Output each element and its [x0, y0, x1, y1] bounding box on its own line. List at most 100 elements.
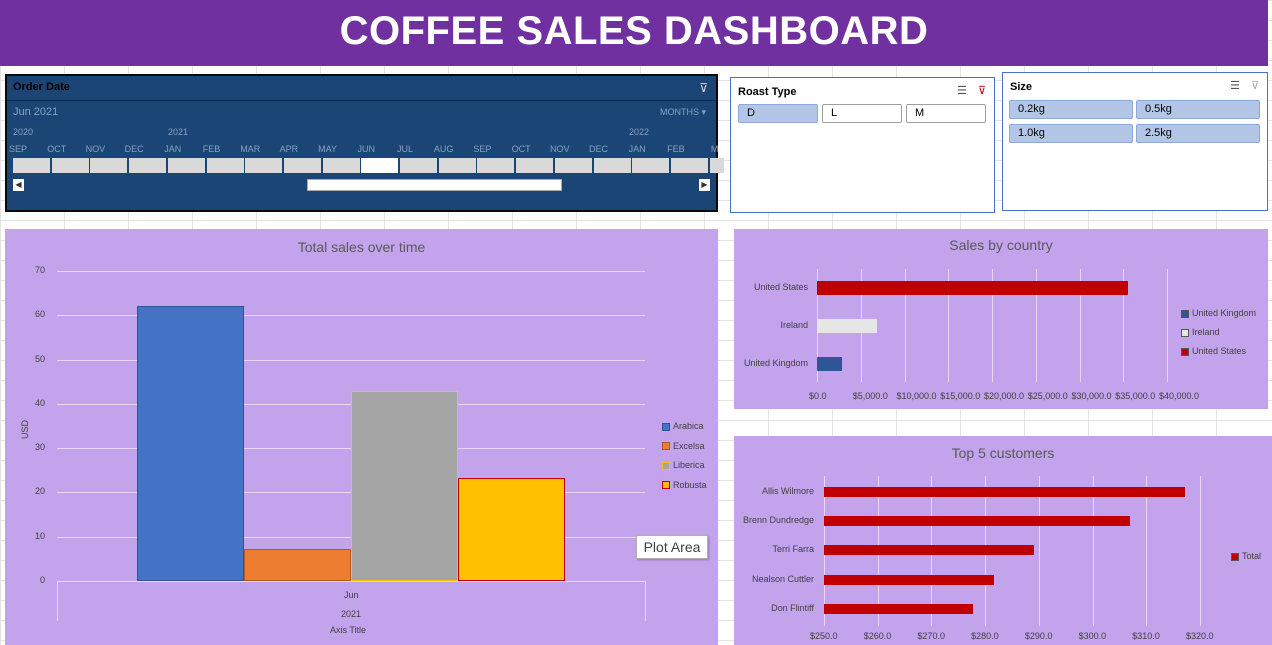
country-label: Ireland: [780, 320, 808, 330]
timeline-month-cell[interactable]: [400, 158, 437, 173]
timeline-month-label: JUN: [357, 144, 376, 154]
multi-select-icon[interactable]: ☰: [957, 85, 967, 97]
timeline-month-label: NOV: [85, 144, 106, 154]
timeline-header: Order Date ⊽: [7, 76, 716, 101]
legend-label: Arabica: [673, 421, 704, 431]
roast-type-l-button[interactable]: L: [822, 104, 902, 123]
timeline-month-cell[interactable]: [554, 158, 592, 173]
roast-type-d-button[interactable]: D: [738, 104, 818, 123]
legend-label: United Kingdom: [1192, 308, 1257, 318]
y-axis-title: USD: [20, 419, 30, 439]
size-1-0kg-button[interactable]: 1.0kg: [1009, 124, 1133, 143]
bar-allis-wilmore[interactable]: [824, 487, 1186, 497]
y-tick-label: 50: [34, 353, 45, 364]
multi-select-icon[interactable]: ☰: [1230, 80, 1240, 92]
bar-robusta[interactable]: [458, 477, 565, 581]
bar-arabica[interactable]: [137, 306, 244, 581]
timeline-month-label: JUL: [396, 144, 413, 154]
plot-area-tooltip: Plot Area: [636, 535, 708, 559]
timeline-month-cell[interactable]: [709, 158, 724, 173]
legend-item-ireland: Ireland: [1181, 327, 1220, 337]
timeline-month-cell[interactable]: [670, 158, 708, 173]
bar-united-kingdom[interactable]: [817, 357, 842, 371]
page-title: COFFEE SALES DASHBOARD: [339, 9, 929, 53]
x-tick-label: $15,000.0: [940, 391, 981, 401]
timeline-month-cell[interactable]: [438, 158, 476, 173]
timeline-level-dropdown[interactable]: MONTHS ▾: [660, 107, 706, 118]
slicer-toolbar: ☰ ⊽: [1230, 79, 1259, 92]
timeline-month-cell[interactable]: [51, 158, 89, 173]
timeline-month-cell[interactable]: [206, 158, 244, 173]
legend-label: United States: [1192, 346, 1247, 356]
roast-type-m-button[interactable]: M: [906, 104, 986, 123]
bar-nealson-cuttler[interactable]: [824, 574, 994, 585]
timeline-month-label: AUG: [433, 144, 454, 154]
y-gridline: [57, 271, 645, 272]
legend-item-arabica: Arabica: [662, 421, 704, 431]
timeline-month-cell[interactable]: [322, 158, 360, 173]
timeline-month-cell[interactable]: [129, 158, 167, 173]
legend-item-total: Total: [1231, 551, 1261, 561]
legend-label: Excelsa: [673, 440, 705, 451]
x-gridline: [1092, 476, 1094, 626]
timeline-month-cell[interactable]: [361, 158, 399, 173]
bar-don-flintiff[interactable]: [824, 603, 974, 614]
y-tick-label: 70: [34, 265, 45, 275]
legend-item-liberica: Liberica: [662, 460, 705, 470]
timeline-year-label: 2020: [13, 127, 34, 137]
clear-filter-icon[interactable]: ⊽: [699, 81, 708, 95]
clear-filter-icon[interactable]: ⊽: [1251, 80, 1259, 92]
order-date-timeline[interactable]: Order Date ⊽ Jun 2021 MONTHS ▾ 2020 2021 2…: [5, 74, 724, 212]
roast-type-title: Roast Type: [738, 86, 797, 98]
size-slicer: Size ☰ ⊽ 0.2kg 0.5kg 1.0kg 2.5kg: [1002, 72, 1268, 211]
y-tick-label: 0: [39, 575, 45, 585]
y-tick-label: 10: [34, 530, 45, 541]
size-0-5kg-button[interactable]: 0.5kg: [1136, 100, 1260, 119]
bar-terri-farra[interactable]: [824, 545, 1035, 556]
x-tick-label: $270.0: [917, 631, 945, 641]
x-gridline: [1146, 476, 1148, 626]
timeline-month-cell[interactable]: [516, 158, 554, 173]
timeline-month-cell[interactable]: [245, 158, 283, 173]
customer-label: Allis Wilmore: [761, 486, 814, 496]
timeline-month-cell[interactable]: [90, 158, 128, 173]
chart-title: Top 5 customers: [951, 445, 1055, 461]
x-tick-label: $20,000.0: [984, 391, 1025, 401]
top-customers-chart[interactable]: Top 5 customers $250.0 $260.0 $270.0 $280.0…: [734, 436, 1272, 645]
x-tick-label: $290.0: [1024, 631, 1053, 641]
legend-swatch: [1181, 347, 1189, 356]
timeline-scrollbar-thumb[interactable]: [307, 179, 562, 191]
customer-label: Terri Farra: [772, 544, 814, 555]
timeline-month-cell[interactable]: [593, 158, 631, 173]
sales-by-country-chart[interactable]: Sales by country $0.0 $5,000.0 $10,000.0 $1…: [734, 229, 1268, 409]
timeline-month-cell[interactable]: [283, 158, 321, 173]
customer-label: Brenn Dundredge: [742, 515, 814, 526]
timeline-month-cell[interactable]: [632, 158, 670, 173]
timeline-month-cell[interactable]: [167, 158, 205, 173]
bar-brenn-dundredge[interactable]: [824, 516, 1130, 527]
timeline-month-cell[interactable]: [13, 158, 50, 173]
scroll-right-arrow-icon[interactable]: ▶: [699, 179, 710, 191]
timeline-range-label: Jun 2021: [13, 106, 59, 118]
clear-filter-icon[interactable]: ⊽: [978, 85, 986, 97]
x-axis-title: Axis Title: [330, 625, 367, 635]
x-tick-label: $10,000.0: [896, 391, 937, 401]
bar-ireland[interactable]: [817, 319, 877, 333]
total-sales-chart[interactable]: Total sales over time 0 10 20 30 40 50 60 70 US…: [5, 229, 718, 645]
size-2-5kg-button[interactable]: 2.5kg: [1136, 124, 1260, 143]
legend-item-united-states: United States: [1181, 346, 1246, 356]
size-0-2kg-button[interactable]: 0.2kg: [1009, 100, 1133, 119]
bar-liberica[interactable]: [351, 390, 458, 581]
bar-excelsa[interactable]: [244, 548, 351, 581]
bar-united-states[interactable]: [817, 281, 1128, 295]
size-title: Size: [1010, 81, 1033, 93]
y-tick-label: 60: [34, 309, 45, 320]
timeline-month-label: MAY: [318, 144, 338, 154]
y-tick-label: 30: [34, 442, 45, 453]
x-tick-label: $320.0: [1186, 631, 1214, 641]
scroll-left-arrow-icon[interactable]: ◀: [13, 179, 24, 191]
x-axis-boundary: [645, 581, 646, 621]
legend-swatch: [662, 442, 670, 451]
timeline-month-cell[interactable]: [477, 158, 515, 173]
x-gridline: [1200, 476, 1201, 626]
